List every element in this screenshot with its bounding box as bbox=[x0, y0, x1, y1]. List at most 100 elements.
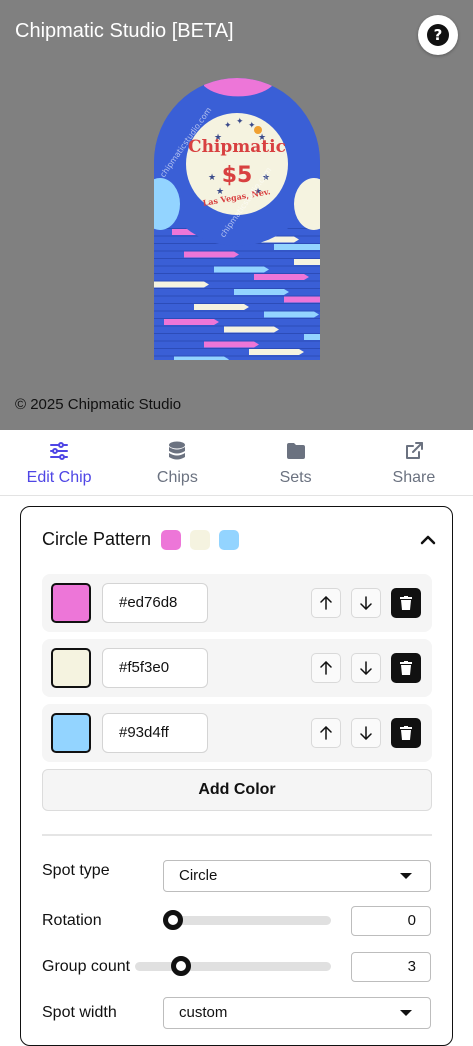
chip-denomination-text: $5 bbox=[222, 163, 253, 188]
stack-edge-spot bbox=[214, 266, 269, 273]
arrow-down-icon bbox=[360, 726, 372, 740]
move-up-button[interactable] bbox=[311, 718, 341, 748]
hex-color-input[interactable]: #93d4ff bbox=[102, 713, 208, 753]
move-up-button[interactable] bbox=[311, 588, 341, 618]
chevron-up-icon[interactable] bbox=[420, 533, 436, 551]
stack-edge-line bbox=[154, 250, 320, 252]
select-value: Circle bbox=[179, 867, 218, 884]
move-down-button[interactable] bbox=[351, 653, 381, 683]
stack-edge-spot bbox=[184, 251, 239, 258]
stack-edge-line bbox=[154, 310, 320, 312]
delete-color-button[interactable] bbox=[391, 718, 421, 748]
rotation-label: Rotation bbox=[42, 912, 102, 929]
copyright-text: © 2025 Chipmatic Studio bbox=[15, 396, 182, 413]
stack-edge-line bbox=[154, 303, 320, 304]
rotation-slider-thumb[interactable] bbox=[163, 910, 183, 930]
caret-down-icon bbox=[400, 873, 412, 879]
tab-label: Edit Chip bbox=[26, 468, 92, 486]
move-up-button[interactable] bbox=[311, 653, 341, 683]
color-row: #f5f3e0 bbox=[42, 639, 432, 697]
stack-edge-spot bbox=[254, 274, 309, 280]
color-picker-swatch[interactable] bbox=[51, 583, 91, 623]
arrow-down-icon bbox=[360, 596, 372, 610]
tab-edit-chip[interactable]: Edit Chip bbox=[0, 430, 118, 495]
app-title: Chipmatic Studio [BETA] bbox=[15, 20, 234, 42]
delete-color-button[interactable] bbox=[391, 653, 421, 683]
color-picker-swatch[interactable] bbox=[51, 648, 91, 688]
stack-edge-spot bbox=[224, 326, 279, 333]
stack-edge-spot bbox=[234, 289, 289, 295]
stack-edge-spot bbox=[264, 311, 319, 318]
stack-edge-line bbox=[154, 333, 320, 334]
add-color-button[interactable]: Add Color bbox=[42, 769, 432, 811]
stack-edge-spot bbox=[284, 296, 320, 303]
arrow-down-icon bbox=[360, 661, 372, 675]
stack-edge-spot bbox=[304, 334, 320, 340]
database-icon bbox=[168, 439, 186, 463]
stack-edge-line bbox=[154, 355, 320, 357]
move-down-button[interactable] bbox=[351, 718, 381, 748]
svg-text:✦: ✦ bbox=[224, 121, 232, 131]
folder-icon bbox=[286, 439, 306, 463]
spot-type-label: Spot type bbox=[42, 862, 110, 879]
color-swatch-pink bbox=[161, 529, 182, 550]
stack-edge-line bbox=[154, 280, 320, 282]
trash-icon bbox=[400, 726, 412, 740]
group-count-slider-thumb[interactable] bbox=[171, 956, 191, 976]
stack-edge-spot bbox=[249, 349, 304, 355]
chip-brand-text: Chipmatic bbox=[188, 137, 286, 157]
color-row: #ed76d8 bbox=[42, 574, 432, 632]
spot-width-select[interactable]: custom bbox=[163, 997, 431, 1029]
group-count-input[interactable]: 3 bbox=[351, 952, 431, 982]
trash-icon bbox=[400, 596, 412, 610]
hex-color-input[interactable]: #f5f3e0 bbox=[102, 648, 208, 688]
stack-edge-spot bbox=[194, 304, 249, 310]
stack-edge-line bbox=[154, 318, 320, 319]
question-circle-icon: ? bbox=[427, 24, 449, 46]
stack-edge-line bbox=[154, 288, 320, 289]
panel-header[interactable]: Circle Pattern bbox=[42, 529, 248, 550]
chip-preview-area: Chipmatic Studio [BETA] ? ✦ ✦ ✦ ★ ★ ★ ★ ★ ★ bbox=[0, 0, 473, 430]
stack-edge-spot bbox=[174, 356, 229, 360]
rotation-input[interactable]: 0 bbox=[351, 906, 431, 936]
stack-edge-spot bbox=[274, 244, 320, 250]
stack-edge-line bbox=[154, 295, 320, 297]
color-swatch-cream bbox=[190, 529, 211, 550]
stack-edge-spot bbox=[164, 319, 219, 325]
arrow-up-icon bbox=[320, 661, 332, 675]
select-value: custom bbox=[179, 1004, 228, 1021]
stack-edge-spot bbox=[154, 281, 209, 288]
group-count-slider[interactable] bbox=[135, 962, 331, 971]
chip-stack-image: ✦ ✦ ✦ ★ ★ ★ ★ ★ ★ Chipmatic $5 Las Vegas, Nev… bbox=[154, 78, 320, 360]
main-tab-bar: Edit Chip Chips Sets Share bbox=[0, 430, 473, 496]
color-row: #93d4ff bbox=[42, 704, 432, 762]
tab-label: Sets bbox=[279, 468, 312, 486]
circle-pattern-panel: Circle Pattern #ed76d8 #f5f3e0 #93d4ff A… bbox=[20, 506, 453, 1046]
rotation-slider[interactable] bbox=[163, 916, 331, 925]
tab-sets[interactable]: Sets bbox=[237, 430, 355, 495]
delete-color-button[interactable] bbox=[391, 588, 421, 618]
arrow-up-icon bbox=[320, 726, 332, 740]
tab-label: Chips bbox=[156, 468, 198, 486]
svg-text:✦: ✦ bbox=[236, 117, 244, 127]
hex-color-input[interactable]: #ed76d8 bbox=[102, 583, 208, 623]
stack-edge-line bbox=[154, 265, 320, 267]
arrow-up-icon bbox=[320, 596, 332, 610]
spot-width-label: Spot width bbox=[42, 1004, 117, 1021]
stack-edge-line bbox=[154, 273, 320, 274]
color-picker-swatch[interactable] bbox=[51, 713, 91, 753]
move-down-button[interactable] bbox=[351, 588, 381, 618]
stack-edge-line bbox=[154, 325, 320, 327]
color-swatch-blue bbox=[219, 529, 240, 550]
tab-label: Share bbox=[392, 468, 436, 486]
trash-icon bbox=[400, 661, 412, 675]
help-button[interactable]: ? bbox=[418, 15, 458, 55]
stack-edge-line bbox=[154, 340, 320, 342]
svg-text:★: ★ bbox=[208, 173, 216, 183]
stack-edge-line bbox=[154, 348, 320, 349]
stack-edge-line bbox=[154, 258, 320, 259]
stack-edge-spot bbox=[204, 341, 259, 348]
tab-share[interactable]: Share bbox=[355, 430, 473, 495]
tab-chips[interactable]: Chips bbox=[118, 430, 236, 495]
spot-type-select[interactable]: Circle bbox=[163, 860, 431, 892]
